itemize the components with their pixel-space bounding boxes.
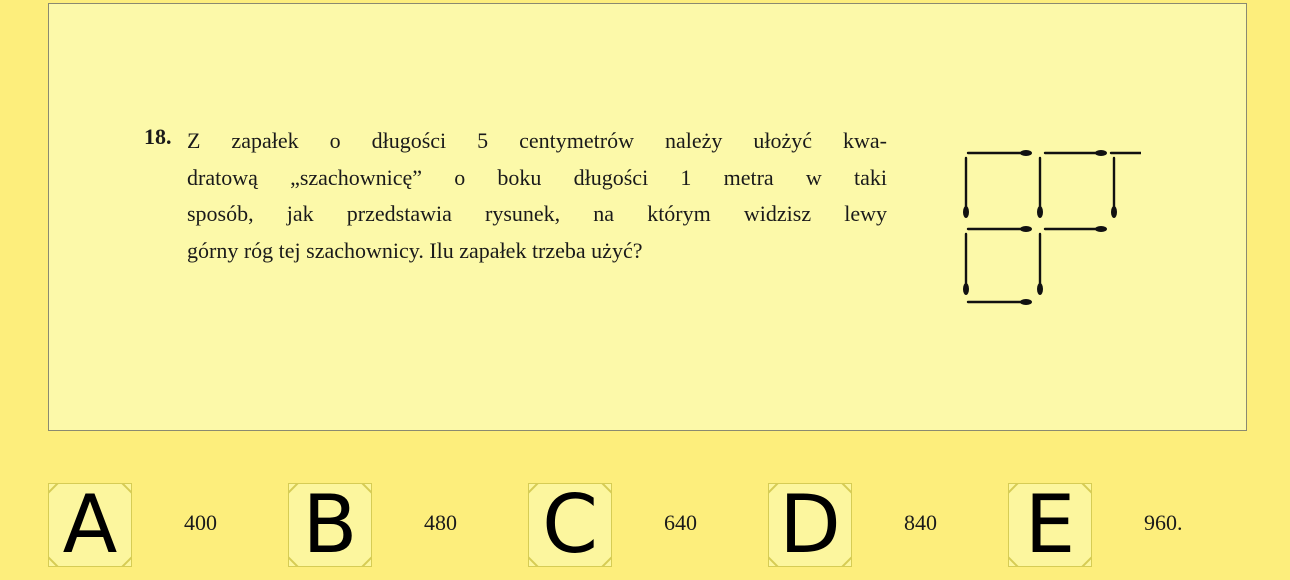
answer-a-button[interactable]: A xyxy=(48,483,132,567)
answer-b-button[interactable]: B xyxy=(288,483,372,567)
answer-b-value: 480 xyxy=(424,510,457,535)
answer-letter: B xyxy=(302,478,358,571)
answer-letter: A xyxy=(62,478,118,571)
answer-c-button[interactable]: C xyxy=(528,483,612,567)
answer-d-button[interactable]: D xyxy=(768,483,852,567)
answer-options: A 400 B 480 C 640 D 840 E 960. xyxy=(0,0,1290,580)
answer-e-button[interactable]: E xyxy=(1008,483,1092,567)
answer-d-value: 840 xyxy=(904,510,937,535)
answer-c-value: 640 xyxy=(664,510,697,535)
answer-letter: D xyxy=(779,478,841,571)
answer-e-value: 960. xyxy=(1144,510,1183,535)
answer-a-value: 400 xyxy=(184,510,217,535)
answer-letter: C xyxy=(542,478,598,571)
answer-letter: E xyxy=(1024,478,1076,571)
